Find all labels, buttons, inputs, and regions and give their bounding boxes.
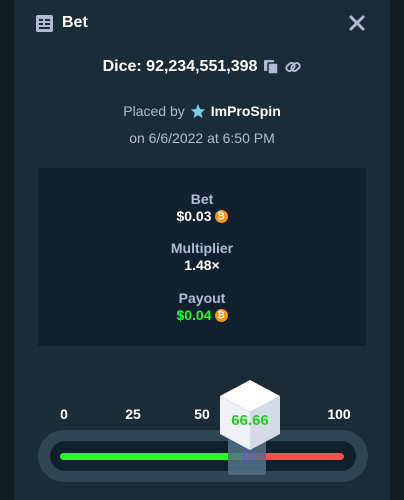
result-value: 66.66 xyxy=(231,412,269,429)
bet-amount-value: $0.03 xyxy=(176,208,212,224)
multiplier-label: Multiplier xyxy=(170,240,234,256)
copy-icon[interactable] xyxy=(263,59,280,75)
placed-by-label: Placed by xyxy=(123,103,185,119)
bet-amount-block: Bet $0.03 ₿ xyxy=(38,191,366,224)
scale-tick-50: 50 xyxy=(194,406,210,422)
dice-id: Dice: 92,234,551,398 xyxy=(102,58,258,75)
scale-tick-0: 0 xyxy=(60,406,68,422)
bet-modal: Bet Dice: 92,234,551,398 Placed by ImPro… xyxy=(14,0,390,500)
modal-title: Bet xyxy=(62,14,88,31)
bet-amount-label: Bet xyxy=(190,191,214,207)
result-dice-cube: 66.66 xyxy=(220,378,290,452)
slider-scale: 0 25 50 75 100 xyxy=(14,406,390,424)
payout-block: Payout $0.04 ₿ xyxy=(38,290,366,323)
bitcoin-icon: ₿ xyxy=(214,308,228,322)
multiplier-value-row: 1.48× xyxy=(38,257,366,273)
placed-by-row: Placed by ImProSpin xyxy=(14,101,390,121)
payout-value-row: $0.04 ₿ xyxy=(38,307,366,323)
bet-slip-icon xyxy=(36,15,53,32)
link-icon[interactable] xyxy=(285,59,302,75)
vip-star-icon xyxy=(190,104,205,118)
username-link[interactable]: ImProSpin xyxy=(211,103,281,119)
win-range-bar xyxy=(60,453,242,460)
multiplier-value: 1.48× xyxy=(184,257,220,273)
bitcoin-icon: ₿ xyxy=(214,209,228,223)
close-icon[interactable] xyxy=(348,14,366,32)
scale-tick-100: 100 xyxy=(327,406,351,422)
bet-date: on 6/6/2022 at 6:50 PM xyxy=(129,130,275,146)
bet-amount-value-row: $0.03 ₿ xyxy=(38,208,366,224)
dice-id-row: Dice: 92,234,551,398 xyxy=(14,56,390,78)
bet-details-panel: Bet $0.03 ₿ Multiplier 1.48× Payout $0.0… xyxy=(38,168,366,346)
payout-label: Payout xyxy=(178,290,226,306)
multiplier-block: Multiplier 1.48× xyxy=(38,240,366,273)
scale-tick-25: 25 xyxy=(125,406,141,422)
payout-value: $0.04 xyxy=(176,307,212,323)
modal-header: Bet xyxy=(14,0,390,48)
